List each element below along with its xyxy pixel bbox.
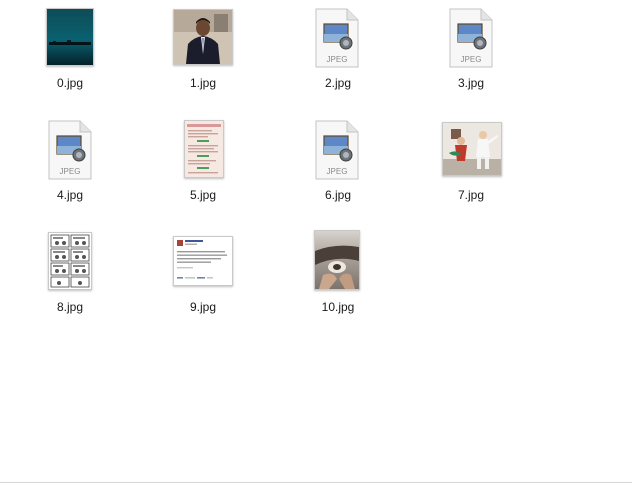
man-portrait-thumbnail[interactable] <box>173 9 233 65</box>
jpeg-badge: JPEG <box>327 55 348 64</box>
file-name: 5.jpg <box>189 188 217 202</box>
file-item[interactable]: 1.jpg <box>155 8 251 108</box>
jpeg-badge: JPEG <box>60 167 81 176</box>
file-item[interactable]: 0.jpg <box>22 8 118 108</box>
file-name: 2.jpg <box>324 76 352 90</box>
teal-landscape-thumbnail[interactable] <box>46 8 94 66</box>
file-item[interactable]: JPEG 3.jpg <box>423 8 519 108</box>
file-name: 9.jpg <box>189 300 217 314</box>
file-item[interactable]: 8.jpg <box>22 232 118 332</box>
file-item[interactable]: 5.jpg <box>155 120 251 220</box>
webpage-screenshot-thumbnail[interactable] <box>184 120 224 178</box>
file-name: 6.jpg <box>324 188 352 202</box>
costume-photo-thumbnail[interactable] <box>442 122 502 176</box>
jpeg-file-icon[interactable]: JPEG <box>448 8 494 68</box>
file-item[interactable]: JPEG 4.jpg <box>22 120 118 220</box>
window-bottom-edge <box>0 482 632 483</box>
file-name: 10.jpg <box>321 300 355 314</box>
file-name: 0.jpg <box>56 76 84 90</box>
jpeg-file-icon[interactable]: JPEG <box>314 120 360 180</box>
file-name: 4.jpg <box>56 188 84 202</box>
jpeg-file-icon[interactable]: JPEG <box>47 120 93 180</box>
file-item[interactable]: 10.jpg <box>290 230 386 332</box>
file-item[interactable]: 7.jpg <box>423 120 519 220</box>
file-name: 1.jpg <box>189 76 217 90</box>
jpeg-badge: JPEG <box>461 55 482 64</box>
file-name: 7.jpg <box>457 188 485 202</box>
jpeg-badge: JPEG <box>327 167 348 176</box>
file-item[interactable]: JPEG 6.jpg <box>290 120 386 220</box>
file-item[interactable]: 9.jpg <box>155 232 251 332</box>
file-item[interactable]: JPEG 2.jpg <box>290 8 386 108</box>
handheld-photo-thumbnail[interactable] <box>314 230 360 290</box>
social-post-thumbnail[interactable] <box>173 236 233 286</box>
file-name: 8.jpg <box>56 300 84 314</box>
jpeg-file-icon[interactable]: JPEG <box>314 8 360 68</box>
file-name: 3.jpg <box>457 76 485 90</box>
comic-strip-thumbnail[interactable] <box>48 232 92 290</box>
finder-icon-view: 0.jpg 1.jpg JPEG 2.jpg JPEG 3.jpg JPEG 4… <box>0 0 632 487</box>
